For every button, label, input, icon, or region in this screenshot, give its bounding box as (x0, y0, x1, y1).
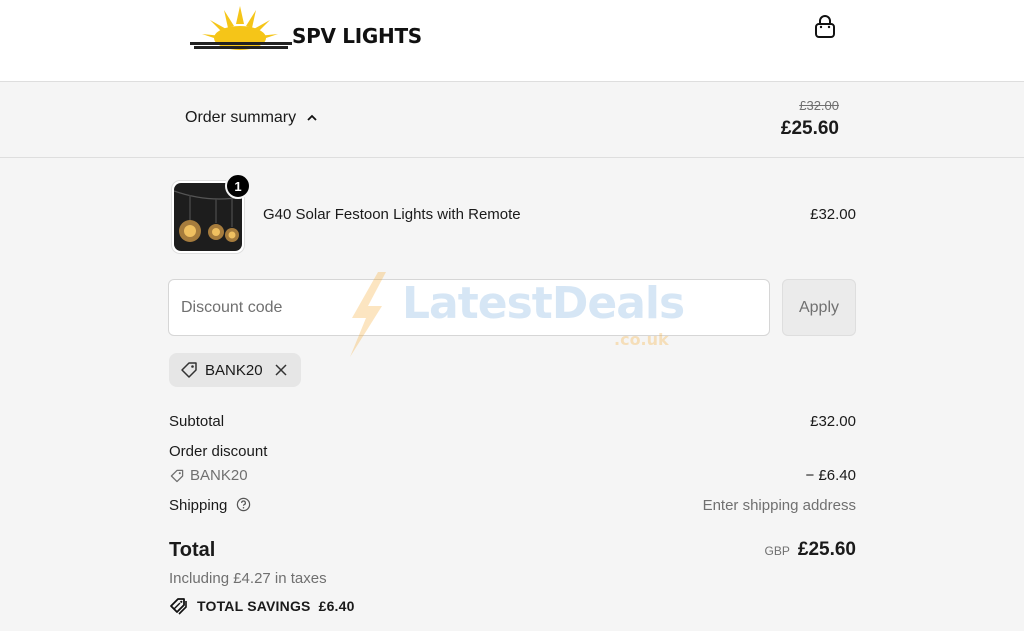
site-header: SPV LIGHTS (0, 0, 1024, 82)
order-summary-content: 1 G40 Solar Festoon Lights with Remote £… (0, 158, 1024, 631)
shipping-label-row: Shipping (169, 497, 251, 514)
product-price: £32.00 (810, 206, 856, 223)
savings-value: £6.40 (318, 598, 355, 614)
apply-discount-button[interactable]: Apply (782, 279, 856, 336)
product-name: G40 Solar Festoon Lights with Remote (263, 206, 521, 223)
total-label: Total (169, 539, 216, 561)
applied-discount-chip: BANK20 (169, 353, 301, 387)
sun-logo-icon (190, 6, 292, 50)
order-discount-value: − £6.40 (805, 467, 856, 484)
order-summary-bar: Order summary £32.00 £25.60 (0, 82, 1024, 158)
total-value-group: GBP £25.60 (765, 539, 856, 561)
order-summary-toggle[interactable]: Order summary (185, 109, 318, 127)
order-discount-code-text: BANK20 (190, 467, 248, 484)
total-savings: TOTAL SAVINGS £6.40 (169, 596, 355, 616)
total-amount: £25.60 (797, 539, 856, 560)
subtotal-label: Subtotal (169, 413, 225, 430)
tag-icon (181, 362, 197, 378)
remove-discount-icon[interactable] (273, 362, 289, 378)
discount-code-input[interactable] (168, 279, 770, 336)
savings-label: TOTAL SAVINGS (197, 598, 311, 614)
brand-logo[interactable]: SPV LIGHTS (190, 2, 430, 52)
order-discount-label: Order discount (169, 443, 268, 460)
summary-total: £25.60 (780, 118, 839, 139)
taxes-note: Including £4.27 in taxes (169, 570, 327, 587)
shopping-bag-icon[interactable] (812, 14, 838, 40)
tag-icon (170, 469, 184, 482)
quantity-badge: 1 (225, 173, 251, 199)
order-summary-label: Order summary (185, 109, 297, 126)
shipping-label: Shipping (169, 497, 228, 514)
subtotal-value: £32.00 (810, 413, 856, 430)
help-icon[interactable] (236, 497, 251, 512)
total-currency: GBP (764, 544, 790, 558)
order-discount-code: BANK20 (169, 467, 248, 484)
brand-name: SPV LIGHTS (292, 24, 422, 48)
compare-at-price: £32.00 (799, 98, 839, 113)
savings-tag-icon (170, 598, 187, 615)
shipping-value: Enter shipping address (702, 497, 856, 514)
chevron-up-icon (307, 114, 317, 121)
applied-code: BANK20 (205, 361, 263, 379)
